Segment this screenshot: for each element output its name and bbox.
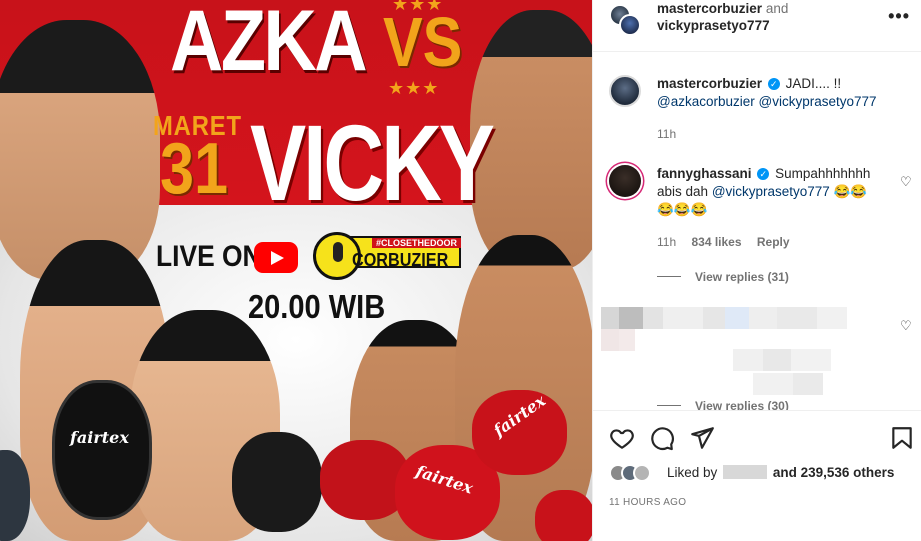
poster-title-vicky: VICKY bbox=[250, 102, 495, 223]
youtube-icon bbox=[254, 242, 298, 273]
verified-badge-icon: ✓ bbox=[757, 168, 770, 180]
channel-name: CORBUZIER bbox=[352, 250, 449, 270]
post-timestamp[interactable]: 11 HOURS AGO bbox=[609, 497, 686, 508]
author-username[interactable]: vickyprasetyo777 bbox=[657, 18, 770, 33]
blurred-liker-name[interactable] bbox=[723, 465, 768, 479]
avatar[interactable] bbox=[609, 165, 641, 197]
like-heart-icon[interactable] bbox=[609, 425, 635, 451]
glove-brand-label: fairtex bbox=[70, 428, 129, 447]
comments-panel: mastercorbuzier and vickyprasetyo777 •••… bbox=[592, 0, 921, 541]
poster-title-azka: AZKA bbox=[170, 0, 368, 89]
emoji-text: 😂😂 bbox=[833, 184, 868, 199]
poster-day: 31 bbox=[160, 129, 229, 209]
poster-live-on: LIVE ON bbox=[156, 240, 262, 273]
boxing-glove bbox=[52, 380, 152, 520]
comment-time[interactable]: 11h bbox=[657, 127, 676, 141]
comment-username[interactable]: mastercorbuzier bbox=[657, 76, 762, 91]
comment-meta: 11h bbox=[657, 127, 688, 141]
view-replies-button[interactable]: View replies (31) bbox=[657, 270, 789, 284]
mention-link[interactable]: @azkacorbuzier bbox=[657, 94, 755, 109]
avatar[interactable] bbox=[619, 14, 641, 36]
stars-decoration: ★★★ bbox=[388, 78, 440, 98]
boxing-glove bbox=[535, 490, 592, 541]
poster-vs: VS bbox=[383, 3, 463, 81]
avatar[interactable] bbox=[609, 75, 641, 107]
replies-divider bbox=[657, 276, 681, 277]
view-replies-label: View replies (30) bbox=[695, 399, 789, 410]
channel-hashtag: #CLOSETHEDOOR bbox=[372, 238, 462, 248]
author-conjunction: and bbox=[765, 1, 789, 16]
like-comment-heart-icon[interactable]: ♡ bbox=[900, 175, 914, 189]
save-bookmark-icon[interactable] bbox=[889, 425, 915, 451]
blurred-content bbox=[601, 329, 635, 351]
boxing-glove bbox=[232, 432, 322, 532]
blurred-content bbox=[733, 349, 831, 371]
verified-badge-icon: ✓ bbox=[767, 78, 780, 90]
blurred-content bbox=[601, 307, 847, 329]
view-replies-label: View replies (31) bbox=[695, 270, 789, 284]
comment-likes[interactable]: 834 likes bbox=[691, 235, 741, 249]
comment-time[interactable]: 11h bbox=[657, 235, 676, 249]
comments-list[interactable]: mastercorbuzier ✓ JADI.... !! @azkacorbu… bbox=[593, 53, 921, 410]
more-options-icon[interactable]: ••• bbox=[888, 6, 910, 27]
likes-summary: Liked by and 239,536 others bbox=[609, 462, 909, 484]
post-authors: mastercorbuzier and vickyprasetyo777 bbox=[657, 0, 788, 34]
post-image[interactable]: fairtex fairtex fairtex AZKA ★★★ VS ★★★ … bbox=[0, 0, 592, 541]
comment-text: fannyghassani ✓ Sumpahhhhhhh abis dah @v… bbox=[657, 165, 897, 219]
likes-text: Liked by and 239,536 others bbox=[667, 465, 894, 480]
comment-meta: 11h 834 likes Reply bbox=[657, 235, 802, 249]
reply-button[interactable]: Reply bbox=[757, 235, 790, 249]
replies-divider bbox=[657, 405, 681, 406]
avatar[interactable] bbox=[633, 464, 651, 482]
author-username[interactable]: mastercorbuzier bbox=[657, 1, 762, 16]
blurred-content bbox=[753, 373, 823, 395]
liked-by-label: Liked by bbox=[667, 465, 718, 480]
likes-count-link[interactable]: and 239,536 others bbox=[773, 465, 895, 480]
emoji-text: 😂😂😂 bbox=[657, 202, 708, 217]
view-replies-button[interactable]: View replies (30) bbox=[657, 399, 789, 410]
like-comment-heart-icon[interactable]: ♡ bbox=[900, 319, 914, 333]
comment-username[interactable]: fannyghassani bbox=[657, 166, 752, 181]
comment-body: JADI.... !! bbox=[785, 76, 842, 91]
mention-link[interactable]: @vickyprasetyo777 bbox=[712, 184, 830, 199]
mention-link[interactable]: @vickyprasetyo777 bbox=[759, 94, 877, 109]
post-header: mastercorbuzier and vickyprasetyo777 ••• bbox=[593, 0, 921, 52]
poster-time: 20.00 WIB bbox=[248, 288, 386, 325]
comment-text: mastercorbuzier ✓ JADI.... !! @azkacorbu… bbox=[657, 75, 897, 111]
comment-bubble-icon[interactable] bbox=[649, 425, 675, 451]
share-paper-plane-icon[interactable] bbox=[689, 425, 715, 451]
